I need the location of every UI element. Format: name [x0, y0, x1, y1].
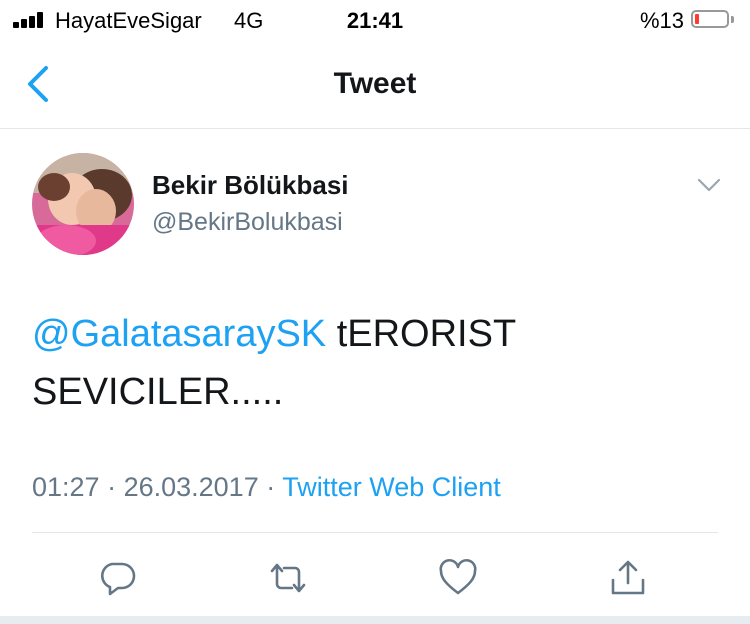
retweet-button[interactable]	[268, 558, 308, 598]
chevron-down-icon	[697, 178, 721, 192]
tweet-date: 26.03.2017	[123, 472, 259, 502]
page-title: Tweet	[333, 67, 417, 100]
status-bar: HayatEveSigar 4G 21:41 %13	[0, 0, 750, 42]
battery-icon	[691, 10, 729, 28]
mention-link[interactable]: @GalatasaraySK	[32, 313, 326, 355]
heart-icon	[439, 558, 477, 595]
battery-percent: %13	[640, 8, 685, 33]
nav-bar: Tweet	[0, 42, 750, 129]
meta-separator: ·	[258, 472, 283, 502]
tweet-time: 01:27	[32, 472, 100, 502]
tweet-client-link[interactable]: Twitter Web Client	[282, 472, 501, 502]
tweet-text-line1: tERORIST	[326, 313, 517, 355]
like-button[interactable]	[438, 558, 478, 598]
share-icon	[611, 560, 645, 595]
display-name[interactable]: Bekir Bölükbasi	[152, 170, 349, 201]
avatar[interactable]	[32, 153, 134, 255]
tweet-meta: 01:27 · 26.03.2017 · Twitter Web Client	[32, 472, 501, 503]
reply-button[interactable]	[98, 558, 138, 598]
tweet-text: @GalatasaraySK tERORIST SEVICILER.....	[32, 305, 712, 421]
bottom-separator	[0, 616, 750, 624]
meta-separator: ·	[99, 472, 124, 502]
battery-nub	[731, 16, 734, 23]
user-handle[interactable]: @BekirBolukbasi	[152, 208, 343, 237]
divider	[32, 532, 718, 533]
tweet-text-line2: SEVICILER.....	[32, 371, 284, 413]
battery-level	[695, 14, 699, 24]
status-time: 21:41	[346, 8, 404, 33]
reply-icon	[100, 562, 136, 596]
retweet-icon	[270, 563, 306, 593]
share-button[interactable]	[608, 558, 648, 598]
avatar-image	[32, 153, 134, 255]
more-options-button[interactable]	[696, 176, 722, 194]
